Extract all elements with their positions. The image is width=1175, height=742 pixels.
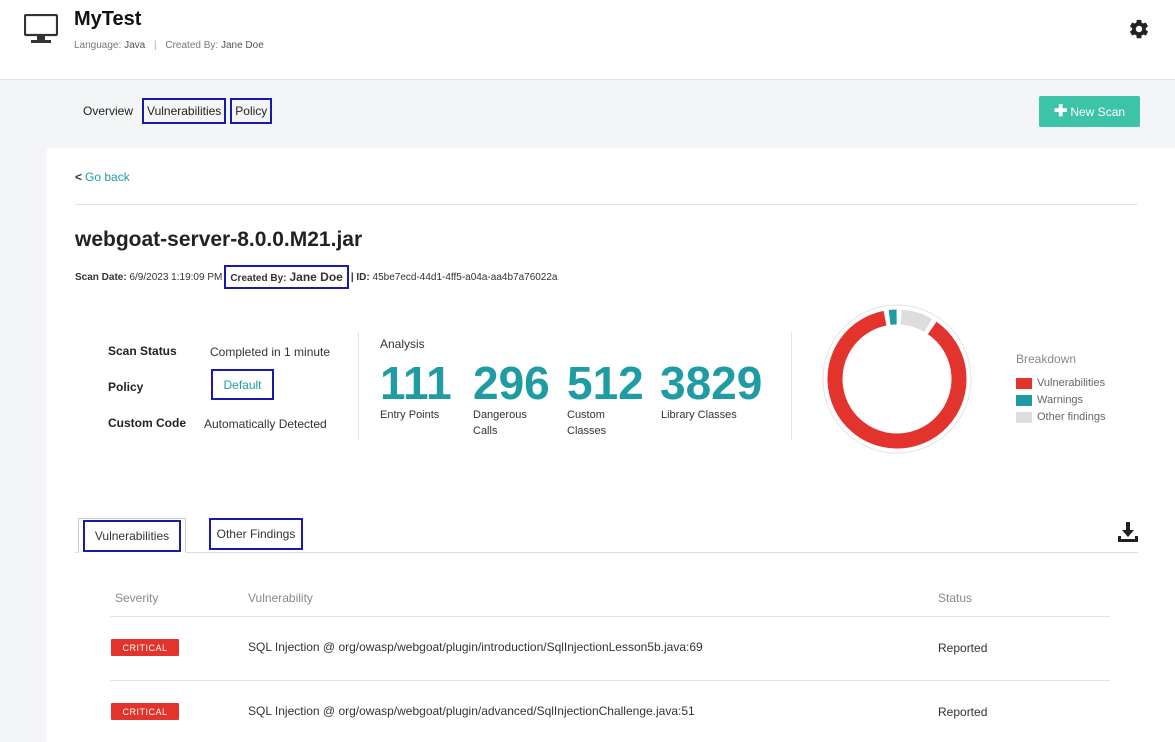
donut-segment-vulnerabilities <box>827 310 967 449</box>
scan-created-by-value: Jane Doe <box>289 270 343 284</box>
project-meta: Language: Java | Created By: Jane Doe <box>74 40 264 51</box>
scan-created-by: Created By: Jane Doe <box>224 265 349 289</box>
policy-link[interactable]: Default <box>211 369 274 400</box>
custom-classes-label: Custom Classes <box>567 409 607 437</box>
divider <box>791 332 792 440</box>
language-label: Language: <box>74 40 122 51</box>
donut-segment-other-findings <box>900 309 933 333</box>
breakdown-donut-chart <box>822 304 972 454</box>
scan-detail-card: < Go back webgoat-server-8.0.0.M21.jar Sc… <box>47 148 1175 742</box>
vulnerability-name[interactable]: SQL Injection @ org/owasp/webgoat/plugin… <box>248 640 703 654</box>
created-by-value: Jane Doe <box>220 40 264 51</box>
row-divider <box>110 680 1110 681</box>
breakdown-title: Breakdown <box>1016 352 1077 366</box>
policy-label: Policy <box>108 380 144 394</box>
project-nav: Overview Vulnerabilities Policy <box>80 96 273 126</box>
plus-icon: ✚ <box>1053 102 1068 120</box>
column-header-status[interactable]: Status <box>938 591 972 605</box>
new-scan-button[interactable]: ✚ New Scan <box>1039 96 1140 127</box>
severity-badge: CRITICAL <box>111 639 179 656</box>
chevron-left-icon: < <box>75 170 83 184</box>
status-value: Reported <box>938 641 988 655</box>
analysis-title: Analysis <box>380 337 425 351</box>
divider <box>358 332 359 440</box>
legend-swatch <box>1016 411 1032 423</box>
legend-warnings: Warnings <box>1016 394 1083 406</box>
legend-other-findings: Other findings <box>1016 411 1105 423</box>
library-classes-count: 3829 <box>660 357 763 409</box>
status-value: Reported <box>938 705 988 719</box>
scan-status-label: Scan Status <box>108 344 177 358</box>
custom-code-value: Automatically Detected <box>204 417 327 431</box>
dangerous-calls-count: 296 <box>473 357 550 409</box>
nav-overview[interactable]: Overview <box>80 100 136 122</box>
project-title: MyTest <box>74 8 142 30</box>
tab-other-findings-wrapper[interactable]: Other Findings <box>195 518 317 550</box>
entry-points-count: 111 <box>380 357 452 409</box>
tab-vulnerabilities-wrapper[interactable]: Vulnerabilities <box>78 518 186 553</box>
scan-status-value: Completed in 1 minute <box>210 345 331 359</box>
app-header: MyTest Language: Java | Created By: Jane… <box>0 0 1175 80</box>
gear-icon[interactable] <box>1128 18 1150 40</box>
tab-vulnerabilities[interactable]: Vulnerabilities <box>82 519 182 552</box>
tab-other-findings[interactable]: Other Findings <box>208 518 304 550</box>
custom-classes-count: 512 <box>567 357 644 409</box>
scan-file-title: webgoat-server-8.0.0.M21.jar <box>75 228 363 251</box>
nav-policy[interactable]: Policy <box>230 98 273 124</box>
legend-swatch <box>1016 394 1032 406</box>
divider <box>75 204 1138 205</box>
vulnerability-name[interactable]: SQL Injection @ org/owasp/webgoat/plugin… <box>248 704 695 718</box>
entry-points-label: Entry Points <box>380 409 440 421</box>
go-back-link[interactable]: < Go back <box>75 170 130 184</box>
scan-id-label: | ID: <box>350 271 370 283</box>
dangerous-calls-label: Dangerous Calls <box>473 409 527 437</box>
download-icon[interactable] <box>1117 521 1139 543</box>
library-classes-label: Library Classes <box>661 409 737 421</box>
scan-meta: Scan Date: 6/9/2023 1:19:09 PM Created B… <box>75 265 558 289</box>
scan-created-by-label: Created By: <box>230 273 287 284</box>
column-header-severity[interactable]: Severity <box>115 591 158 605</box>
scan-date-label: Scan Date: <box>75 271 127 283</box>
monitor-icon <box>24 14 58 43</box>
scan-id-value: 45be7ecd-44d1-4ff5-a04a-aa4b7a76022a <box>372 271 558 283</box>
created-by-label: Created By: <box>165 40 219 51</box>
legend-vulnerabilities: Vulnerabilities <box>1016 377 1105 389</box>
custom-code-label: Custom Code <box>108 416 186 430</box>
go-back-label: Go back <box>85 170 130 184</box>
legend-swatch <box>1016 377 1032 389</box>
findings-tabs: Vulnerabilities Other Findings <box>75 518 1138 553</box>
column-header-vulnerability[interactable]: Vulnerability <box>248 591 313 605</box>
severity-badge: CRITICAL <box>111 703 179 720</box>
nav-vulnerabilities[interactable]: Vulnerabilities <box>142 98 227 124</box>
language-value: Java <box>124 40 146 51</box>
scan-date-value: 6/9/2023 1:19:09 PM <box>129 271 223 283</box>
new-scan-label: New Scan <box>1070 104 1126 119</box>
meta-separator: | <box>153 40 157 51</box>
row-divider <box>110 616 1110 617</box>
